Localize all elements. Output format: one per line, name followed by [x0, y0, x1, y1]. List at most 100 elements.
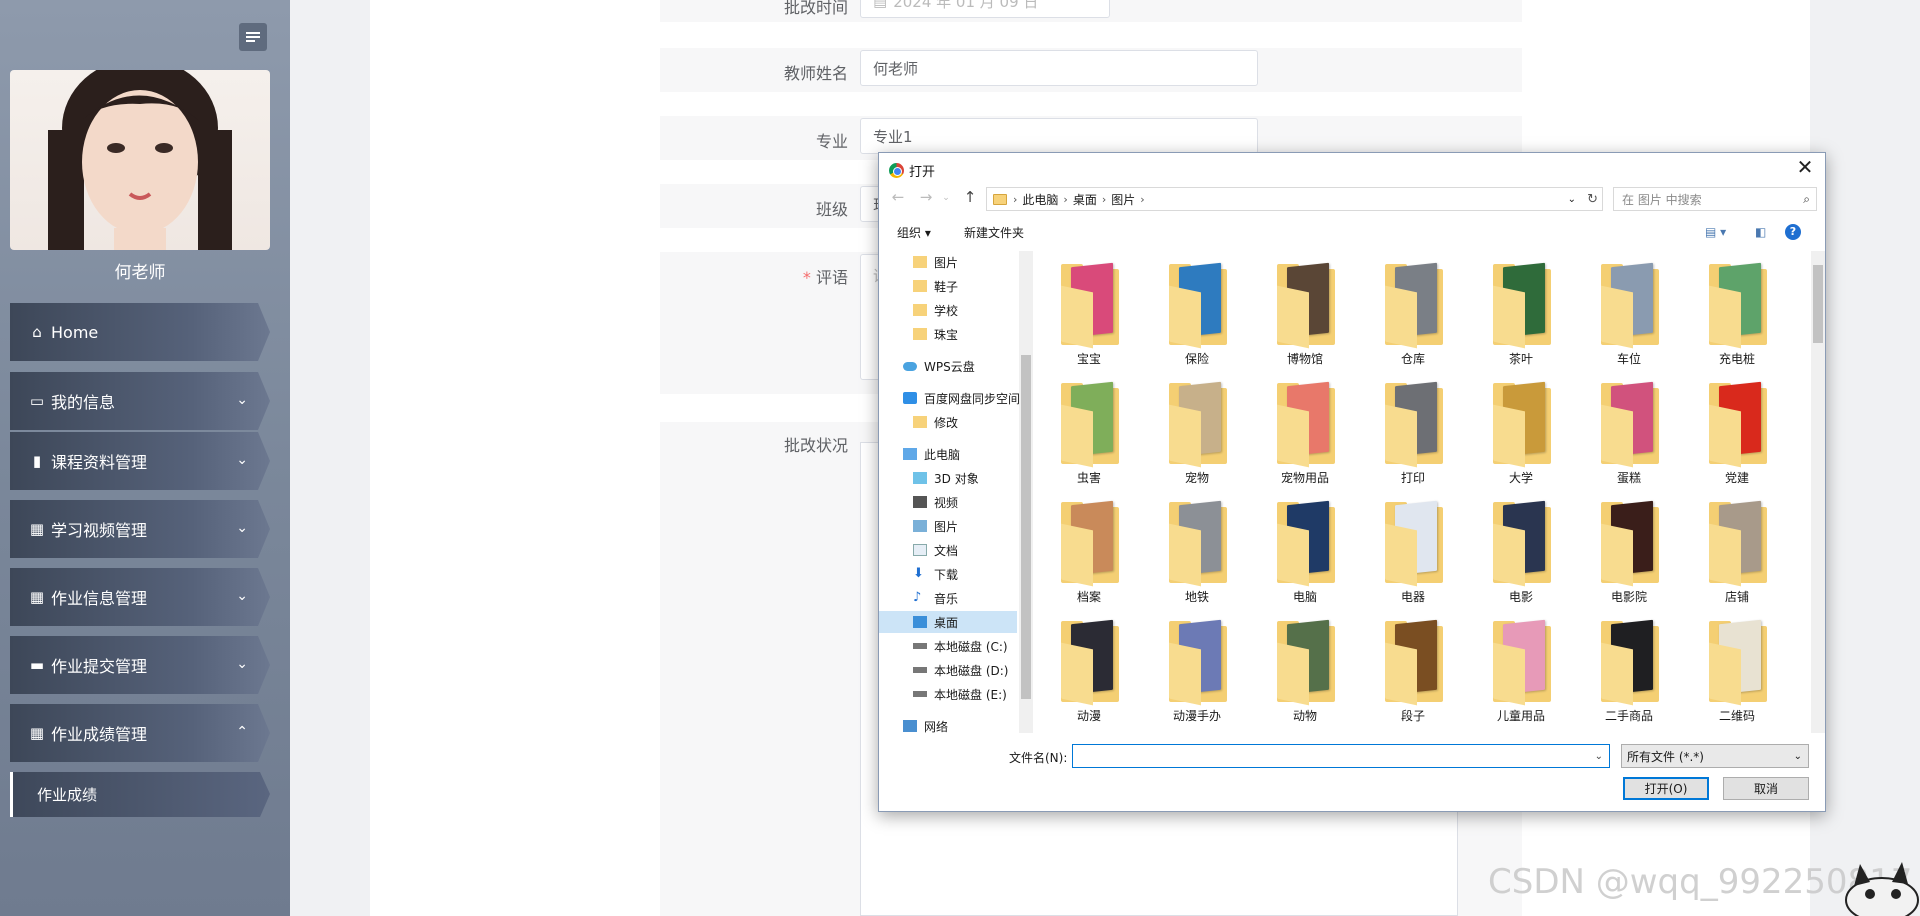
breadcrumb-desktop[interactable]: 桌面: [1073, 191, 1097, 208]
folder-front-flap: [1277, 642, 1309, 706]
nav-item-jewelry[interactable]: 珠宝: [913, 323, 1025, 345]
folder-front-flap: [1493, 404, 1525, 468]
cancel-button[interactable]: 取消: [1723, 777, 1809, 800]
filetype-select[interactable]: 所有文件 (*.*) ⌄: [1621, 744, 1809, 768]
forward-arrow-icon[interactable]: →: [917, 188, 935, 208]
folder-tile[interactable]: 蛋糕: [1581, 378, 1677, 492]
filename-input[interactable]: ⌄: [1072, 744, 1610, 768]
folder-tile[interactable]: 仓库: [1365, 259, 1461, 373]
preview-pane-icon[interactable]: ◧: [1755, 225, 1766, 239]
folder-tile[interactable]: 地铁: [1149, 497, 1245, 611]
folder-tile[interactable]: 二手商品: [1581, 616, 1677, 730]
folder-label: 宝宝: [1076, 352, 1101, 366]
organize-button[interactable]: 组织 ▾: [897, 224, 931, 241]
folder-tile[interactable]: 电脑: [1257, 497, 1353, 611]
help-icon[interactable]: ?: [1785, 224, 1801, 240]
nav-item-desktop[interactable]: 桌面: [879, 611, 1017, 633]
folder-tile[interactable]: 车位: [1581, 259, 1677, 373]
nav-item-pictures-folder[interactable]: 图片: [913, 251, 1025, 273]
folder-tile[interactable]: 保险: [1149, 259, 1245, 373]
breadcrumb-pictures[interactable]: 图片: [1111, 191, 1135, 208]
folder-label: 动物: [1292, 709, 1317, 723]
folder-tile[interactable]: 动漫手办: [1149, 616, 1245, 730]
nav-item-documents[interactable]: 文档: [913, 539, 1025, 561]
menu-homework-grades[interactable]: ▦ 作业成绩管理 ⌃: [10, 704, 270, 762]
nav-item-school[interactable]: 学校: [913, 299, 1025, 321]
folder-tile[interactable]: 二维码: [1689, 616, 1785, 730]
nav-item-disk-d[interactable]: 本地磁盘 (D:): [913, 659, 1025, 681]
nav-item-shoes[interactable]: 鞋子: [913, 275, 1025, 297]
recent-dropdown-icon[interactable]: ⌄: [937, 193, 955, 213]
comment-label: * 评语: [660, 264, 848, 288]
nav-item-network[interactable]: 网络: [903, 715, 1025, 733]
folder-tile[interactable]: 博物馆: [1257, 259, 1353, 373]
breadcrumb-this-pc[interactable]: 此电脑: [1022, 191, 1058, 208]
folder-tile[interactable]: 茶叶: [1473, 259, 1569, 373]
folder-tile[interactable]: 店铺: [1689, 497, 1785, 611]
folder-tile[interactable]: 电器: [1365, 497, 1461, 611]
open-button[interactable]: 打开(O): [1623, 777, 1709, 800]
folder-tile[interactable]: 档案: [1041, 497, 1137, 611]
new-folder-button[interactable]: 新建文件夹: [964, 224, 1024, 241]
nav-item-this-pc[interactable]: 此电脑: [903, 443, 1025, 465]
back-arrow-icon[interactable]: ←: [889, 188, 907, 208]
menu-my-info[interactable]: ▭ 我的信息 ⌄: [10, 372, 270, 430]
menu-course-materials[interactable]: ▮ 课程资料管理 ⌄: [10, 432, 270, 490]
document-icon: [913, 544, 927, 556]
nav-item-3d-objects[interactable]: 3D 对象: [913, 467, 1025, 489]
teacher-label: 教师姓名: [783, 64, 848, 83]
calendar-icon: ▤: [873, 0, 888, 10]
up-arrow-icon[interactable]: ↑: [961, 188, 979, 208]
folder-tile[interactable]: 电影院: [1581, 497, 1677, 611]
menu-home[interactable]: ⌂ Home: [10, 303, 270, 361]
folder-tile[interactable]: 党建: [1689, 378, 1785, 492]
search-box[interactable]: 在 图片 中搜索 ⌕: [1613, 187, 1817, 211]
menu-study-videos[interactable]: ▦ 学习视频管理 ⌄: [10, 500, 270, 558]
nav-item-wps-cloud[interactable]: WPS云盘: [903, 355, 1025, 377]
view-options-icon[interactable]: ▤ ▾: [1705, 225, 1726, 239]
folder-tile[interactable]: 大学: [1473, 378, 1569, 492]
bar-chart-icon: ▮: [32, 452, 42, 470]
chrome-icon: [889, 162, 904, 178]
submenu-homework-grade[interactable]: 作业成绩: [10, 772, 270, 817]
folder-tile[interactable]: 充电桩: [1689, 259, 1785, 373]
nav-item-videos[interactable]: 视频: [913, 491, 1025, 513]
nav-item-disk-e[interactable]: 本地磁盘 (E:): [913, 683, 1025, 705]
folder-tile[interactable]: 儿童用品: [1473, 616, 1569, 730]
menu-homework-info[interactable]: ▦ 作业信息管理 ⌄: [10, 568, 270, 626]
dialog-close-button[interactable]: ✕: [1791, 155, 1819, 181]
nav-item-baidu-sync[interactable]: 百度网盘同步空间: [903, 387, 1025, 409]
menu-collapse-button[interactable]: [239, 23, 267, 51]
file-grid-scrollbar[interactable]: [1811, 251, 1825, 733]
file-open-dialog: 打开 ✕ ← → ⌄ ↑ › 此电脑 › 桌面 › 图片 › ⌄ ↻ 在 图片 …: [878, 152, 1826, 812]
folder-tile[interactable]: 动漫: [1041, 616, 1137, 730]
folder-tile[interactable]: 宝宝: [1041, 259, 1137, 373]
nav-item-modify[interactable]: 修改: [913, 411, 1025, 433]
cat-sticker: [1812, 852, 1920, 916]
major-input[interactable]: 专业1: [860, 118, 1258, 154]
folder-label: 电影: [1508, 590, 1533, 604]
refresh-icon[interactable]: ↻: [1587, 192, 1598, 207]
teacher-input[interactable]: 何老师: [860, 50, 1258, 86]
date-input[interactable]: ▤ 2024 年 01 月 09 日: [860, 0, 1110, 18]
folder-tile[interactable]: 虫害: [1041, 378, 1137, 492]
folder-tile[interactable]: 宠物用品: [1257, 378, 1353, 492]
nav-item-music[interactable]: ♪ 音乐: [913, 587, 1025, 609]
folder-tile[interactable]: 段子: [1365, 616, 1461, 730]
folder-tile[interactable]: 电影: [1473, 497, 1569, 611]
folder-tile[interactable]: 宠物: [1149, 378, 1245, 492]
folder-front-flap: [1169, 285, 1201, 349]
folder-tile[interactable]: 打印: [1365, 378, 1461, 492]
nav-item-pictures[interactable]: 图片: [913, 515, 1025, 537]
sidebar: 何老师 ⌂ Home ▭ 我的信息 ⌄ ▮ 课程资料管理 ⌄ ▦ 学习视频管理 …: [0, 0, 290, 916]
nav-item-downloads[interactable]: ⬇ 下载: [913, 563, 1025, 585]
address-dropdown-icon[interactable]: ⌄: [1568, 194, 1576, 205]
file-grid-scrollbar-thumb[interactable]: [1813, 265, 1823, 343]
folder-label: 儿童用品: [1496, 709, 1545, 723]
menu-homework-submit[interactable]: ▬ 作业提交管理 ⌄: [10, 636, 270, 694]
chevron-right-icon: ›: [1013, 192, 1018, 206]
folder-tile[interactable]: 动物: [1257, 616, 1353, 730]
nav-item-disk-c[interactable]: 本地磁盘 (C:): [913, 635, 1025, 657]
address-bar[interactable]: › 此电脑 › 桌面 › 图片 › ⌄ ↻: [986, 187, 1603, 211]
grid-icon: ▦: [29, 520, 45, 538]
